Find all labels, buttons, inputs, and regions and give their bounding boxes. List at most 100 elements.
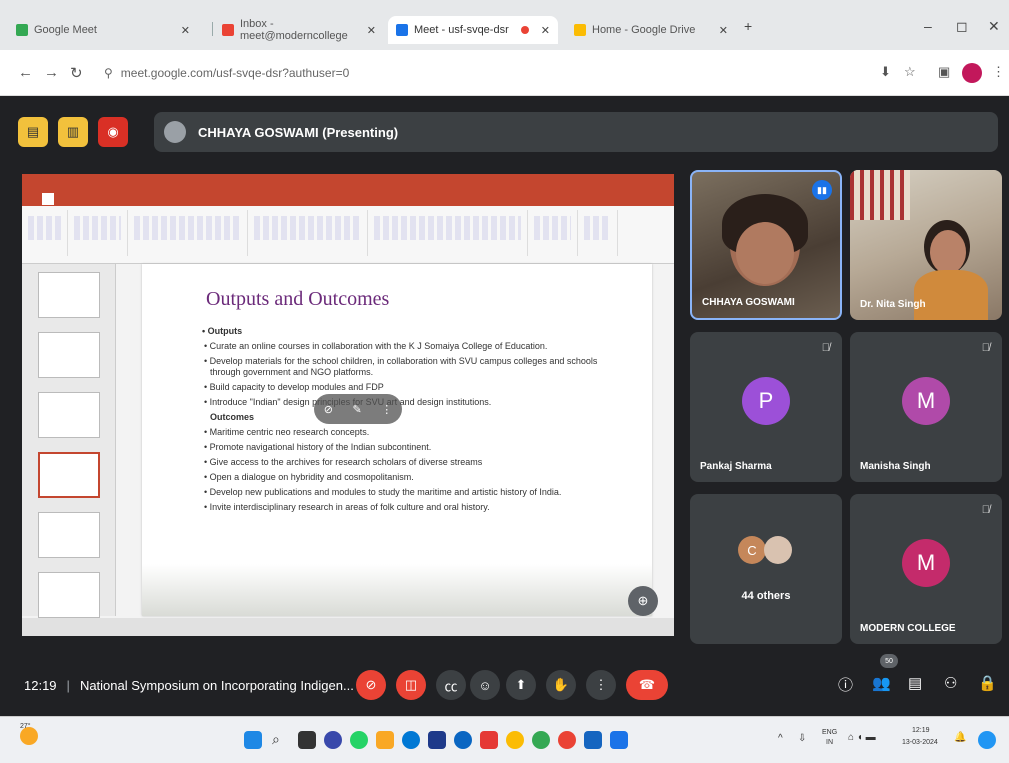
ribbon-group bbox=[248, 210, 368, 256]
captions-button[interactable]: ㏄ bbox=[436, 670, 466, 700]
close-icon[interactable]: ✕ bbox=[719, 24, 728, 37]
new-tab-button[interactable]: + bbox=[744, 18, 752, 34]
presentation-overlay-controls: ⊘ ✎ ⋮ bbox=[314, 394, 402, 424]
close-window-icon[interactable]: ✕ bbox=[988, 18, 1000, 35]
participant-tile-manisha[interactable]: 🎙̸ M Manisha Singh bbox=[850, 332, 1002, 482]
chrome-icon[interactable] bbox=[532, 731, 550, 749]
slide-thumbnail bbox=[38, 272, 100, 318]
ppt-tab-home: ​ bbox=[42, 193, 54, 205]
forward-icon[interactable]: → bbox=[44, 64, 59, 81]
minimize-icon[interactable]: – bbox=[924, 18, 932, 34]
meeting-time: 12:19 bbox=[24, 678, 57, 693]
url-text: meet.google.com/usf-svqe-dsr?authuser=0 bbox=[120, 66, 350, 80]
participant-tile-others[interactable]: C 44 others bbox=[690, 494, 842, 644]
participant-name: Pankaj Sharma bbox=[700, 461, 772, 472]
ppt-ribbon-tabs: ​ ​ bbox=[22, 192, 674, 206]
copilot-icon[interactable] bbox=[324, 731, 342, 749]
participant-avatar: P bbox=[742, 377, 790, 425]
present-button[interactable]: ⬆ bbox=[506, 670, 536, 700]
participant-avatar: M bbox=[902, 539, 950, 587]
clock-time[interactable]: 12:19 bbox=[912, 727, 930, 734]
participant-avatar-photo bbox=[764, 536, 792, 564]
meet-favicon-icon bbox=[16, 24, 28, 36]
whatsapp-icon[interactable] bbox=[350, 731, 368, 749]
raise-hand-button[interactable]: ✋ bbox=[546, 670, 576, 700]
participant-tile-pankaj[interactable]: 🎙̸ P Pankaj Sharma bbox=[690, 332, 842, 482]
notification-bell-icon[interactable]: 🔔 bbox=[954, 732, 966, 743]
file-explorer-icon[interactable] bbox=[376, 731, 394, 749]
slide-bullet: • Open a dialogue on hybridity and cosmo… bbox=[204, 472, 414, 482]
slide-thumbnail bbox=[38, 512, 100, 558]
close-icon[interactable]: ✕ bbox=[367, 24, 376, 37]
app-icon[interactable] bbox=[584, 731, 602, 749]
background-decoration bbox=[850, 170, 910, 220]
copilot-icon[interactable] bbox=[978, 731, 996, 749]
download-icon[interactable]: ⬇ bbox=[880, 64, 891, 80]
tab-google-meet[interactable]: Google Meet ✕ bbox=[8, 16, 198, 44]
ppt-status-bar bbox=[22, 618, 674, 636]
activities-icon[interactable]: ⚇ bbox=[944, 674, 957, 692]
slide-thumbnail bbox=[38, 572, 100, 618]
participant-tile-modern-college[interactable]: 🎙̸ M MODERN COLLEGE bbox=[850, 494, 1002, 644]
chrome-icon[interactable] bbox=[558, 731, 576, 749]
clock-date[interactable]: 13-03-2024 bbox=[902, 739, 938, 746]
mic-off-icon[interactable]: ⊘ bbox=[324, 403, 333, 416]
start-icon[interactable] bbox=[244, 731, 262, 749]
meet-header: ▤ ▥ ◉ CHHAYA GOSWAMI (Presenting) bbox=[18, 110, 998, 154]
url-field[interactable]: ⚲ meet.google.com/usf-svqe-dsr?authuser=… bbox=[98, 60, 868, 86]
camera-off-button[interactable]: ◫ bbox=[396, 670, 426, 700]
language-indicator[interactable]: ENG bbox=[822, 729, 837, 736]
meeting-details-icon[interactable]: ⓘ bbox=[838, 674, 853, 695]
participant-tile-chhaya[interactable]: ▮▮ CHHAYA GOSWAMI bbox=[690, 170, 842, 320]
tab-inbox[interactable]: Inbox - meet@moderncollege ✕ bbox=[214, 16, 384, 44]
app-icon[interactable] bbox=[480, 731, 498, 749]
tab-label: Google Meet bbox=[34, 24, 97, 36]
site-info-icon[interactable]: ⚲ bbox=[104, 66, 113, 80]
tray-usb-icon[interactable]: ⇩ bbox=[798, 733, 806, 744]
bookmark-star-icon[interactable]: ☆ bbox=[904, 64, 916, 80]
people-icon[interactable]: 👥 bbox=[872, 674, 891, 692]
app-icon[interactable] bbox=[610, 731, 628, 749]
more-options-button[interactable]: ⋮ bbox=[586, 670, 616, 700]
windows-taskbar: 27° ⌕ ^ ⇩ ENG IN ⌂ ◖ ▬ 12:19 13-03-2024 … bbox=[0, 716, 1009, 763]
app-icon[interactable] bbox=[454, 731, 472, 749]
pin-icon[interactable]: ✎ bbox=[352, 403, 361, 416]
sidepanel-icon[interactable]: ▣ bbox=[938, 64, 950, 80]
participant-tile-nita[interactable]: Dr. Nita Singh bbox=[850, 170, 1002, 320]
profile-avatar[interactable] bbox=[962, 63, 982, 83]
store-icon[interactable] bbox=[428, 731, 446, 749]
ribbon-group bbox=[128, 210, 248, 256]
tab-google-drive[interactable]: Home - Google Drive ✕ bbox=[566, 16, 736, 44]
wifi-sound-battery-icon[interactable]: ⌂ ◖ ▬ bbox=[848, 732, 876, 743]
ppt-ribbon bbox=[22, 206, 674, 264]
ribbon-group bbox=[22, 210, 68, 256]
search-icon[interactable]: ⌕ bbox=[272, 731, 290, 749]
close-icon[interactable]: ✕ bbox=[181, 24, 190, 37]
participant-name: CHHAYA GOSWAMI bbox=[702, 297, 795, 308]
participant-video-face bbox=[736, 222, 794, 284]
presenter-avatar bbox=[164, 121, 186, 143]
mic-off-button[interactable]: ⊘ bbox=[356, 670, 386, 700]
zoom-icon[interactable]: ⊕ bbox=[628, 586, 658, 616]
slide-thumbnail-selected bbox=[38, 452, 100, 498]
recording-icon[interactable]: ◉ bbox=[98, 117, 128, 147]
emoji-button[interactable]: ☺ bbox=[470, 670, 500, 700]
close-icon[interactable]: ✕ bbox=[541, 24, 550, 37]
task-view-icon[interactable] bbox=[298, 731, 316, 749]
present-now-icon[interactable]: ▥ bbox=[58, 117, 88, 147]
maximize-icon[interactable]: ◻ bbox=[956, 18, 968, 35]
back-icon[interactable]: ← bbox=[18, 64, 33, 81]
edge-icon[interactable] bbox=[402, 731, 420, 749]
host-controls-icon[interactable]: 🔒 bbox=[978, 674, 997, 692]
leave-call-button[interactable]: ☎ bbox=[626, 670, 668, 700]
ribbon-group bbox=[578, 210, 618, 256]
more-options-icon[interactable]: ⋮ bbox=[381, 403, 392, 416]
reload-icon[interactable]: ↻ bbox=[70, 64, 83, 82]
activity-icon[interactable]: ▤ bbox=[18, 117, 48, 147]
chrome-icon[interactable] bbox=[506, 731, 524, 749]
tab-meet-active[interactable]: Meet - usf-svqe-dsr ✕ bbox=[388, 16, 558, 44]
slide-bullet: • Introduce "Indian" design principles f… bbox=[204, 397, 492, 407]
tray-chevron-icon[interactable]: ^ bbox=[778, 733, 783, 744]
menu-dots-icon[interactable]: ⋮ bbox=[992, 64, 1005, 80]
chat-icon[interactable]: ▤ bbox=[908, 674, 922, 692]
